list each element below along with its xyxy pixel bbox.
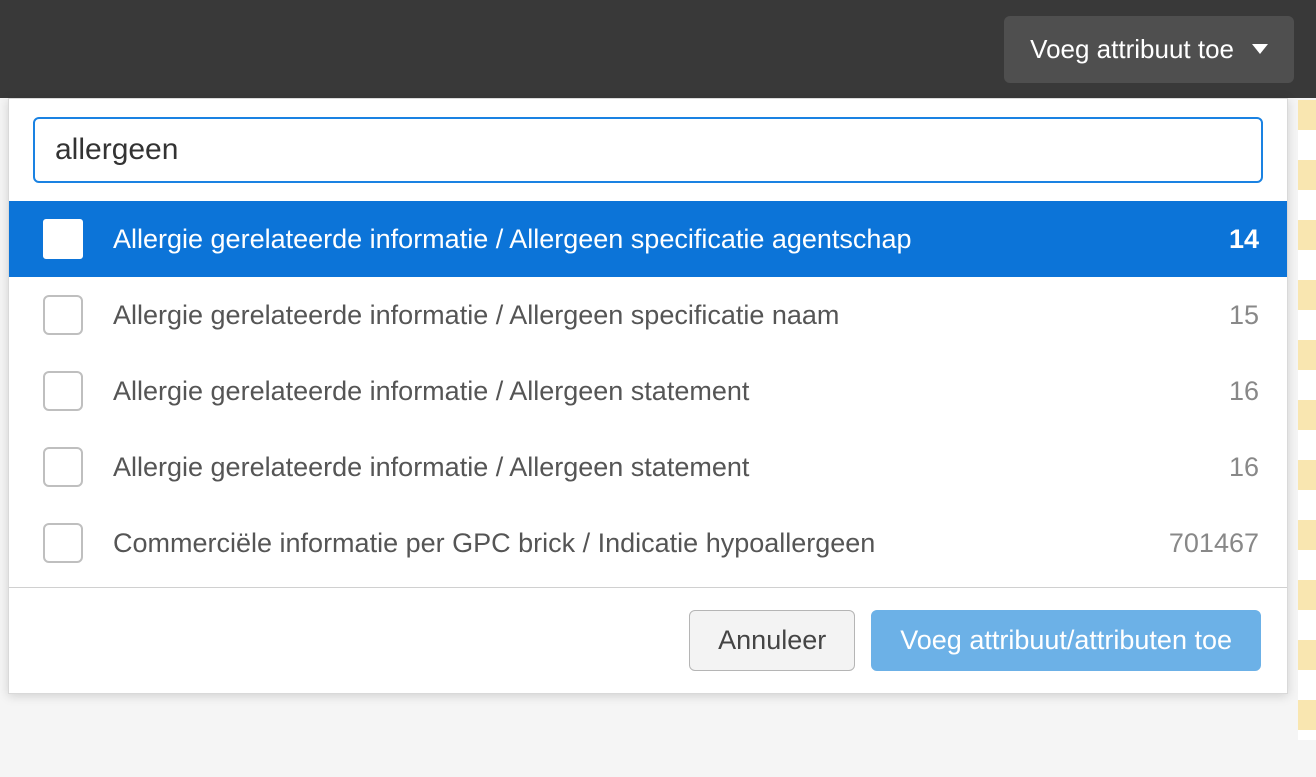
list-item-label: Allergie gerelateerde informatie / Aller… xyxy=(113,224,1209,255)
list-item-count: 16 xyxy=(1229,452,1259,483)
background-strip xyxy=(1298,100,1316,740)
checkbox[interactable] xyxy=(43,447,83,487)
add-attribute-dropdown-button[interactable]: Voeg attribuut toe xyxy=(1004,16,1294,83)
cancel-button[interactable]: Annuleer xyxy=(689,610,855,671)
list-item-count: 15 xyxy=(1229,300,1259,331)
checkbox[interactable] xyxy=(43,371,83,411)
list-item[interactable]: Allergie gerelateerde informatie / Aller… xyxy=(9,201,1287,277)
list-item[interactable]: Allergie gerelateerde informatie / Aller… xyxy=(9,429,1287,505)
list-item-count: 701467 xyxy=(1169,528,1259,559)
list-item-label: Allergie gerelateerde informatie / Aller… xyxy=(113,300,1209,331)
checkbox[interactable] xyxy=(43,295,83,335)
toolbar: Voeg attribuut toe xyxy=(0,0,1316,98)
list-item-label: Allergie gerelateerde informatie / Aller… xyxy=(113,376,1209,407)
chevron-down-icon xyxy=(1252,44,1268,54)
list-item[interactable]: Commerciële informatie per GPC brick / I… xyxy=(9,505,1287,581)
add-attributes-button[interactable]: Voeg attribuut/attributen toe xyxy=(871,610,1261,671)
attribute-dropdown-panel: Allergie gerelateerde informatie / Aller… xyxy=(8,98,1288,694)
checkbox[interactable] xyxy=(43,523,83,563)
dialog-footer: Annuleer Voeg attribuut/attributen toe xyxy=(9,587,1287,693)
list-item[interactable]: Allergie gerelateerde informatie / Aller… xyxy=(9,353,1287,429)
list-item-label: Allergie gerelateerde informatie / Aller… xyxy=(113,452,1209,483)
search-input[interactable] xyxy=(33,117,1263,183)
add-attribute-label: Voeg attribuut toe xyxy=(1030,34,1234,65)
list-item-count: 16 xyxy=(1229,376,1259,407)
list-item-count: 14 xyxy=(1229,224,1259,255)
search-wrapper xyxy=(9,99,1287,201)
checkbox[interactable] xyxy=(43,219,83,259)
attribute-list: Allergie gerelateerde informatie / Aller… xyxy=(9,201,1287,581)
list-item-label: Commerciële informatie per GPC brick / I… xyxy=(113,528,1149,559)
list-item[interactable]: Allergie gerelateerde informatie / Aller… xyxy=(9,277,1287,353)
